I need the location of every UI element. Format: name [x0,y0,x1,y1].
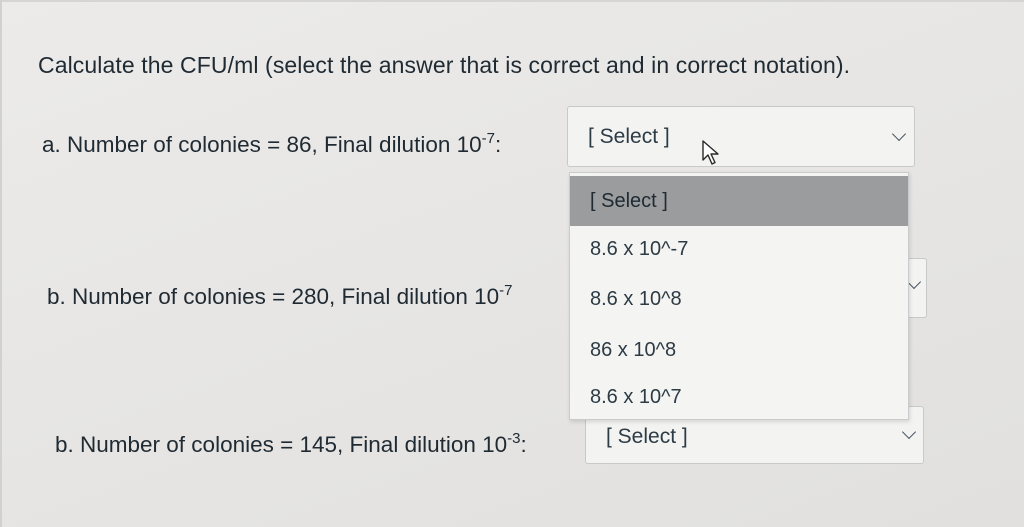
row-a-select-value: [ Select ] [588,125,670,148]
dropdown-option[interactable]: 8.6 x 10^-7 [570,224,908,274]
row-c-label-suffix: : [520,432,527,457]
mouse-pointer-icon [702,140,719,165]
dropdown-option[interactable]: [ Select ] [570,176,908,226]
top-divider [0,0,1024,2]
row-b-label-text: b. Number of colonies = 280, Final dilut… [47,284,500,309]
row-a-label-text: a. Number of colonies = 86, Final diluti… [42,132,482,157]
quiz-page: Calculate the CFU/ml (select the answer … [0,0,1024,527]
chevron-down-icon [901,424,917,440]
row-a-exponent: -7 [481,130,495,147]
chevron-down-icon [906,274,922,290]
row-a-label: a. Number of colonies = 86, Final diluti… [42,130,501,158]
row-b-exponent: -7 [499,282,513,299]
row-a-select[interactable]: [ Select ] [567,106,915,167]
row-c-label-text: b. Number of colonies = 145, Final dilut… [55,432,508,457]
dropdown-option[interactable]: 86 x 10^8 [570,325,908,375]
row-a-label-suffix: : [494,132,502,157]
chevron-down-icon [891,126,907,142]
row-b-label: b. Number of colonies = 280, Final dilut… [47,282,513,310]
dropdown-option[interactable]: 8.6 x 10^8 [570,274,908,324]
row-c-exponent: -3 [507,430,521,447]
answer-dropdown-list: [ Select ] 8.6 x 10^-7 8.6 x 10^8 86 x 1… [569,172,909,420]
left-divider [0,0,2,527]
question-prompt: Calculate the CFU/ml (select the answer … [38,52,851,78]
row-c-select-value: [ Select ] [606,425,688,448]
row-c-label: b. Number of colonies = 145, Final dilut… [55,430,527,458]
dropdown-option[interactable]: 8.6 x 10^7 [570,372,908,422]
